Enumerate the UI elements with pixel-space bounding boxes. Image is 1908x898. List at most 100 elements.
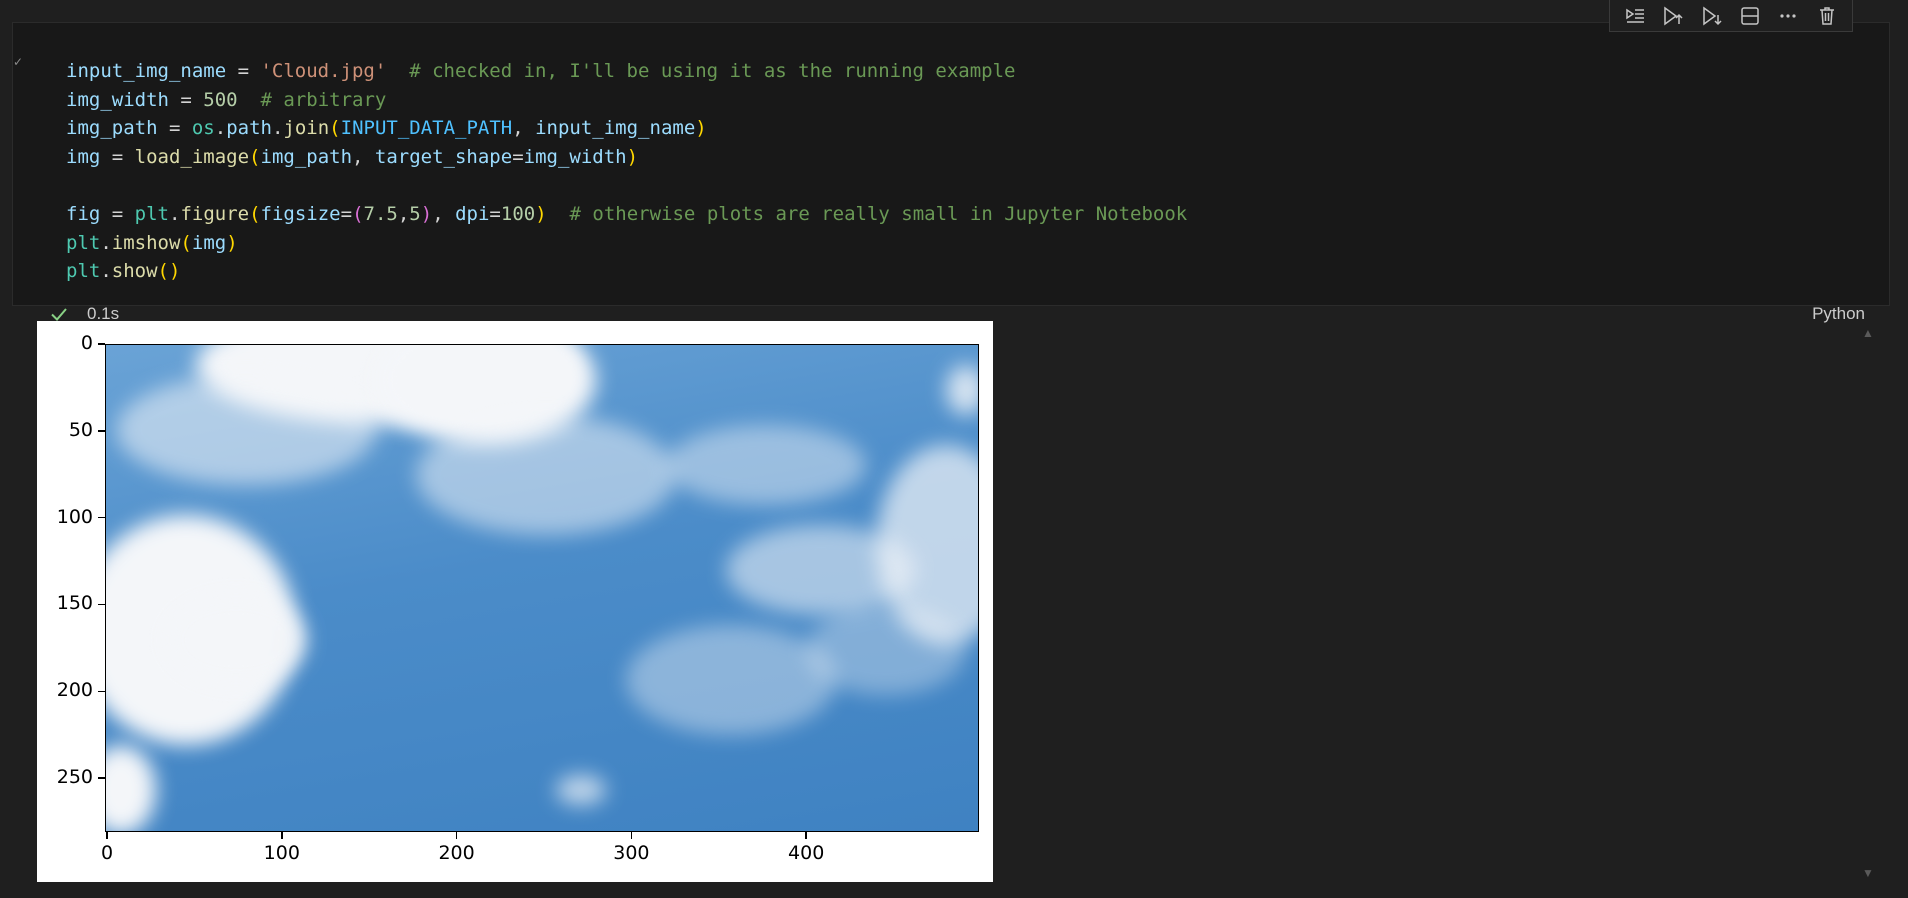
code-token: path — [226, 117, 272, 140]
x-tick — [281, 832, 283, 839]
code-token: img_width — [523, 145, 627, 168]
code-token: plt — [134, 202, 169, 225]
y-tick — [98, 690, 105, 693]
code-token: img_width — [66, 88, 169, 111]
y-tick-label: 150 — [56, 592, 93, 615]
code-token: load_image — [134, 145, 250, 168]
output-figure: 0 50 100 150 200 250 0 100 200 300 400 — [37, 321, 993, 882]
code-token: target_shape — [374, 145, 513, 168]
code-token: . — [168, 202, 181, 225]
output-scroll-up-icon[interactable]: ▲ — [1862, 326, 1874, 340]
code-line: fig = plt.figure(figsize=(7.5,5), dpi=10… — [66, 200, 1187, 229]
code-token: # checked in, I'll be using it as the ru… — [409, 60, 1016, 82]
x-tick — [630, 832, 633, 839]
y-tick — [98, 603, 105, 606]
code-line: plt.imshow(img) — [66, 229, 1187, 258]
output-scroll-down-icon[interactable]: ▼ — [1862, 866, 1874, 880]
code-token: () — [157, 260, 181, 283]
code-token: = — [226, 60, 261, 82]
code-token: ) — [226, 231, 238, 254]
x-tick-label: 400 — [788, 842, 825, 864]
code-token: figure — [180, 202, 250, 225]
x-tick — [106, 832, 108, 839]
code-token: ( — [180, 231, 192, 254]
cell-toolbar — [1609, 0, 1853, 32]
code-token: ) — [535, 202, 547, 225]
more-actions-button[interactable] — [1772, 3, 1804, 29]
code-token: , — [512, 117, 536, 140]
more-actions-icon — [1780, 13, 1797, 18]
x-tick-label: 300 — [613, 842, 650, 864]
code-token: INPUT_DATA_PATH — [340, 117, 513, 140]
code-line: plt.show() — [66, 257, 1187, 286]
code-token: ) — [695, 117, 707, 140]
code-line: img_width = 500 # arbitrary — [66, 86, 1187, 115]
code-editor[interactable]: input_img_name = 'Cloud.jpg' # checked i… — [66, 57, 1187, 286]
code-token: 7.5 — [363, 202, 398, 225]
code-token: = — [512, 145, 524, 168]
x-tick — [805, 832, 807, 839]
code-token: ) — [420, 202, 433, 225]
code-cell[interactable]: ✓ input_img_name = 'Cloud.jpg' # checked… — [12, 22, 1890, 323]
y-tick — [98, 516, 105, 519]
code-token: img_path — [260, 145, 353, 168]
y-tick-label: 250 — [56, 766, 93, 789]
code-token: 'Cloud.jpg' — [260, 60, 387, 82]
code-token: . — [100, 260, 112, 283]
code-token: plt — [66, 260, 101, 283]
code-token: = — [340, 202, 353, 225]
split-cell-button[interactable] — [1734, 3, 1766, 29]
delete-cell-button[interactable] — [1811, 3, 1843, 29]
code-token: ( — [249, 202, 261, 225]
y-tick-label: 200 — [56, 679, 93, 702]
x-tick-label: 0 — [100, 842, 114, 864]
execute-above-icon — [1664, 6, 1684, 25]
execute-above-button[interactable] — [1657, 3, 1689, 29]
code-token: 100 — [500, 202, 536, 225]
code-token: input_img_name — [535, 117, 696, 140]
split-cell-icon — [1741, 6, 1759, 25]
code-token: img — [66, 145, 101, 168]
y-tick-label: 0 — [80, 332, 93, 354]
code-token: fig — [66, 202, 101, 225]
y-tick-label: 50 — [68, 418, 93, 441]
code-token: , — [352, 145, 375, 168]
code-token: . — [100, 231, 112, 254]
y-tick-label: 100 — [56, 505, 93, 528]
code-token: imshow — [111, 231, 181, 254]
code-token: ( — [352, 202, 364, 225]
code-token: ( — [249, 145, 261, 168]
code-token: = — [157, 117, 192, 140]
x-tick-label: 100 — [263, 842, 300, 864]
code-token: = — [168, 88, 204, 111]
code-token: = — [489, 202, 501, 225]
x-tick-label: 200 — [438, 842, 475, 864]
y-tick — [98, 777, 105, 779]
code-line: img_path = os.path.join(INPUT_DATA_PATH,… — [66, 114, 1187, 143]
run-by-line-button[interactable] — [1619, 3, 1651, 29]
code-token: , — [432, 202, 456, 225]
code-token: plt — [66, 231, 101, 254]
y-tick — [98, 430, 105, 432]
run-by-line-icon — [1626, 8, 1645, 23]
code-token: . — [214, 117, 227, 140]
y-tick — [98, 343, 105, 345]
code-token: os — [191, 117, 215, 140]
code-token: ) — [626, 145, 639, 168]
code-token: img_path — [66, 117, 158, 140]
execute-below-button[interactable] — [1696, 3, 1728, 29]
cloud-image — [105, 344, 979, 832]
delete-cell-icon — [1819, 6, 1834, 25]
code-token: join — [283, 117, 330, 140]
code-token: show — [111, 260, 158, 283]
code-token: figsize — [260, 202, 341, 225]
kernel-language[interactable]: Python — [1812, 303, 1865, 325]
code-line: img = load_image(img_path, target_shape=… — [66, 143, 1187, 172]
code-token: = — [100, 145, 135, 168]
code-token: dpi — [455, 202, 490, 225]
code-token: input_img_name — [66, 60, 227, 82]
code-token: # otherwise plots are really small in Ju… — [569, 202, 1188, 225]
